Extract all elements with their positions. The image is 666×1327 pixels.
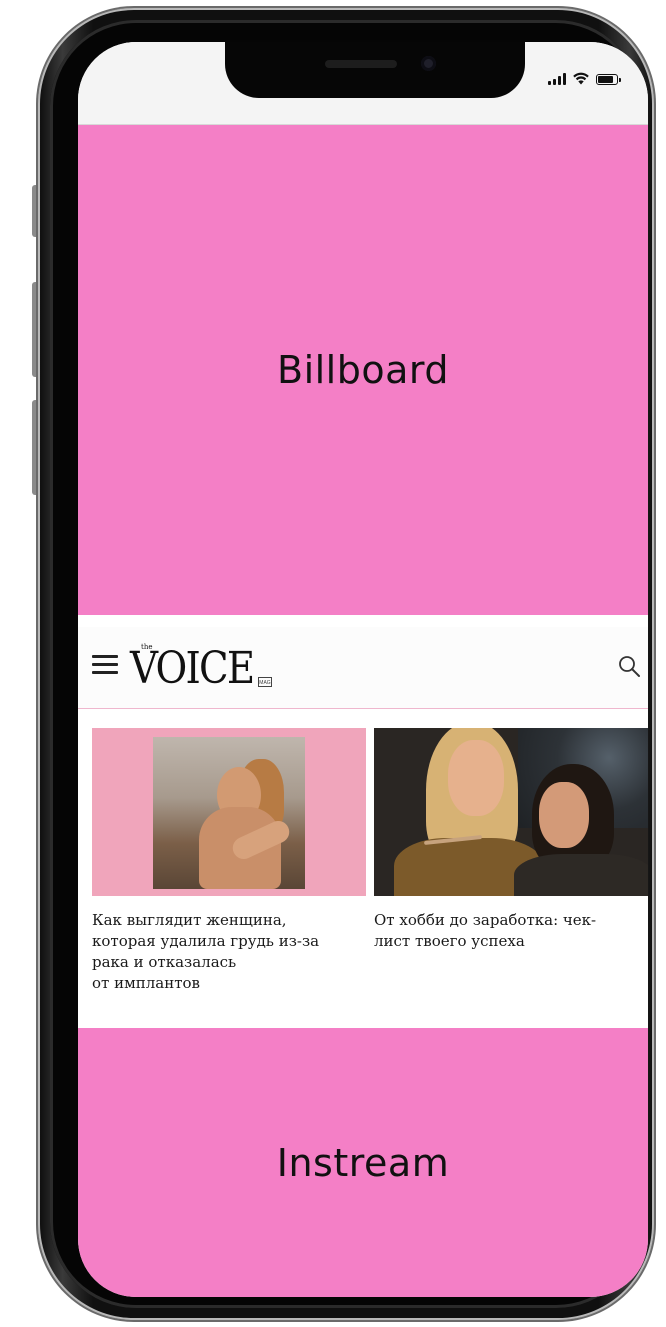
billboard-label: Billboard <box>277 348 449 392</box>
cellular-signal-icon <box>548 73 566 85</box>
logo-mag-badge: MAG <box>258 677 272 687</box>
search-icon[interactable] <box>618 655 640 677</box>
article-card[interactable]: Как выглядит женщина, которая удалила гр… <box>92 728 366 994</box>
front-camera-icon <box>421 56 436 71</box>
wifi-icon <box>573 72 589 85</box>
article-thumbnail[interactable] <box>92 728 366 896</box>
article-card[interactable]: От хобби до заработка: чек- лист твоего … <box>374 728 648 952</box>
article-thumbnail[interactable] <box>374 728 648 896</box>
phone-screen: Billboard the VOICE MAG Как выглядит жен… <box>78 42 648 1297</box>
article-title[interactable]: От хобби до заработка: чек- лист твоего … <box>374 910 648 952</box>
article-title[interactable]: Как выглядит женщина, которая удалила гр… <box>92 910 366 994</box>
logo-text: VOICE <box>130 643 255 694</box>
instream-ad-slot[interactable]: Instream <box>78 1028 648 1297</box>
site-header: the VOICE MAG <box>78 627 648 709</box>
hamburger-menu-icon[interactable] <box>92 654 118 676</box>
notch <box>225 42 525 98</box>
status-bar <box>78 42 648 125</box>
instream-label: Instream <box>276 1141 450 1185</box>
site-logo[interactable]: the VOICE MAG <box>130 639 272 699</box>
billboard-ad-slot[interactable]: Billboard <box>78 125 648 615</box>
battery-icon <box>596 74 621 85</box>
website-content: the VOICE MAG Как выглядит женщина, кото… <box>78 615 648 1028</box>
article-photo <box>153 737 305 889</box>
speaker-grille <box>325 60 397 68</box>
status-icons <box>548 72 621 85</box>
